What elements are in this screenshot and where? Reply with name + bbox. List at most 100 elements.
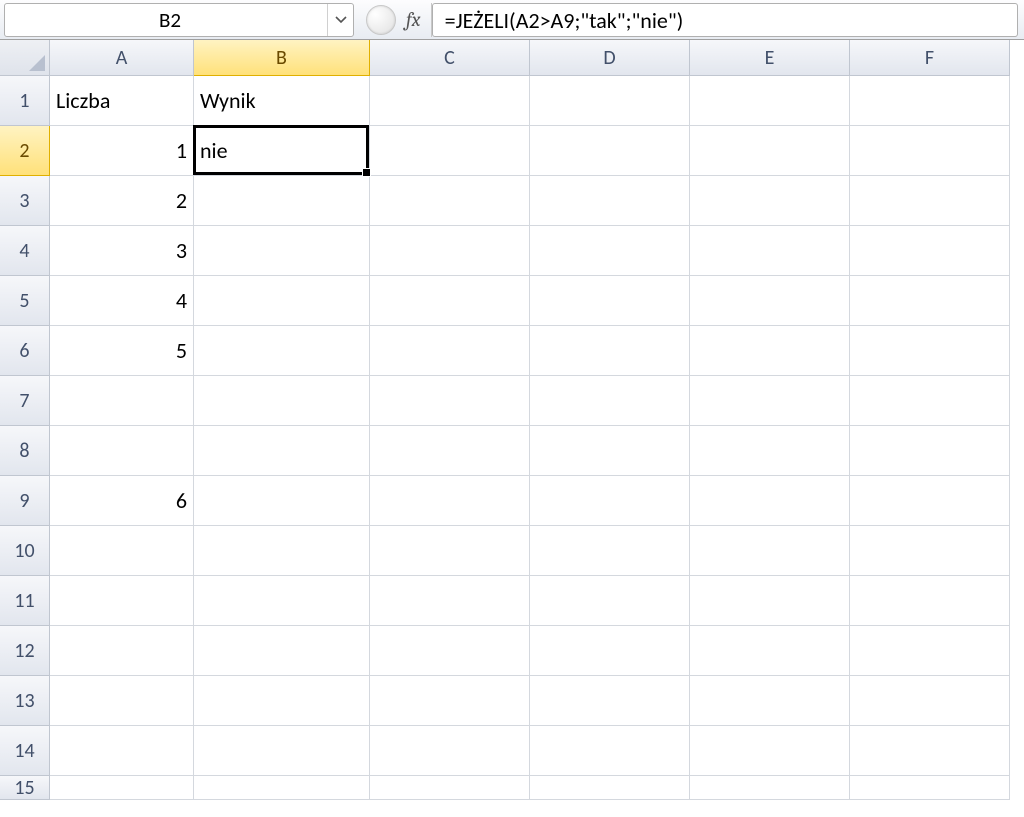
select-all-corner[interactable] (0, 40, 50, 76)
cell-D13[interactable] (530, 676, 690, 726)
cell-F2[interactable] (850, 126, 1010, 176)
cell-C8[interactable] (370, 426, 530, 476)
row-header-11[interactable]: 11 (0, 576, 50, 626)
cell-F10[interactable] (850, 526, 1010, 576)
cell-C9[interactable] (370, 476, 530, 526)
cell-F6[interactable] (850, 326, 1010, 376)
cell-A1[interactable]: Liczba (50, 76, 194, 126)
row-header-2[interactable]: 2 (0, 126, 50, 176)
cell-F9[interactable] (850, 476, 1010, 526)
cell-B8[interactable] (194, 426, 370, 476)
cell-C3[interactable] (370, 176, 530, 226)
column-header-D[interactable]: D (530, 40, 690, 76)
cell-F5[interactable] (850, 276, 1010, 326)
cell-A13[interactable] (50, 676, 194, 726)
cell-D1[interactable] (530, 76, 690, 126)
cell-B15[interactable] (194, 776, 370, 800)
cell-A5[interactable]: 4 (50, 276, 194, 326)
cell-F7[interactable] (850, 376, 1010, 426)
row-header-8[interactable]: 8 (0, 426, 50, 476)
row-header-5[interactable]: 5 (0, 276, 50, 326)
cell-A10[interactable] (50, 526, 194, 576)
cell-B1[interactable]: Wynik (194, 76, 370, 126)
cell-E6[interactable] (690, 326, 850, 376)
column-header-E[interactable]: E (690, 40, 850, 76)
row-header-10[interactable]: 10 (0, 526, 50, 576)
fx-icon[interactable]: fx (402, 3, 432, 37)
cell-E14[interactable] (690, 726, 850, 776)
cell-A8[interactable] (50, 426, 194, 476)
column-header-C[interactable]: C (370, 40, 530, 76)
cell-B3[interactable] (194, 176, 370, 226)
cell-D11[interactable] (530, 576, 690, 626)
cell-D6[interactable] (530, 326, 690, 376)
cell-F13[interactable] (850, 676, 1010, 726)
cell-F11[interactable] (850, 576, 1010, 626)
cell-C10[interactable] (370, 526, 530, 576)
cell-B5[interactable] (194, 276, 370, 326)
name-box-wrap[interactable]: B2 (4, 3, 354, 37)
cell-C14[interactable] (370, 726, 530, 776)
cell-D12[interactable] (530, 626, 690, 676)
row-header-4[interactable]: 4 (0, 226, 50, 276)
cell-D9[interactable] (530, 476, 690, 526)
cell-C13[interactable] (370, 676, 530, 726)
cell-B4[interactable] (194, 226, 370, 276)
row-header-7[interactable]: 7 (0, 376, 50, 426)
cell-A7[interactable] (50, 376, 194, 426)
cell-A9[interactable]: 6 (50, 476, 194, 526)
row-header-9[interactable]: 9 (0, 476, 50, 526)
cell-E12[interactable] (690, 626, 850, 676)
cell-E1[interactable] (690, 76, 850, 126)
row-header-12[interactable]: 12 (0, 626, 50, 676)
cell-F15[interactable] (850, 776, 1010, 800)
name-box[interactable]: B2 (5, 7, 327, 33)
cell-C2[interactable] (370, 126, 530, 176)
cell-A2[interactable]: 1 (50, 126, 194, 176)
cell-B13[interactable] (194, 676, 370, 726)
spreadsheet-grid[interactable]: ABCDEF1LiczbaWynik21nie32435465789610111… (0, 40, 1024, 800)
cell-C12[interactable] (370, 626, 530, 676)
cell-E3[interactable] (690, 176, 850, 226)
cell-C4[interactable] (370, 226, 530, 276)
cell-A12[interactable] (50, 626, 194, 676)
cell-E4[interactable] (690, 226, 850, 276)
cell-E13[interactable] (690, 676, 850, 726)
cell-D5[interactable] (530, 276, 690, 326)
cell-E5[interactable] (690, 276, 850, 326)
cell-D4[interactable] (530, 226, 690, 276)
row-header-15[interactable]: 15 (0, 776, 50, 800)
name-box-dropdown[interactable] (327, 4, 353, 36)
cell-D2[interactable] (530, 126, 690, 176)
cell-C6[interactable] (370, 326, 530, 376)
cell-E7[interactable] (690, 376, 850, 426)
cell-D10[interactable] (530, 526, 690, 576)
cell-D3[interactable] (530, 176, 690, 226)
cell-E10[interactable] (690, 526, 850, 576)
cell-D15[interactable] (530, 776, 690, 800)
cell-C5[interactable] (370, 276, 530, 326)
cell-B14[interactable] (194, 726, 370, 776)
row-header-1[interactable]: 1 (0, 76, 50, 126)
cell-D14[interactable] (530, 726, 690, 776)
cell-E9[interactable] (690, 476, 850, 526)
cell-A6[interactable]: 5 (50, 326, 194, 376)
cell-B2[interactable]: nie (194, 126, 370, 176)
cell-A15[interactable] (50, 776, 194, 800)
column-header-A[interactable]: A (50, 40, 194, 76)
cell-E15[interactable] (690, 776, 850, 800)
cell-C1[interactable] (370, 76, 530, 126)
cell-B9[interactable] (194, 476, 370, 526)
cell-C15[interactable] (370, 776, 530, 800)
cell-C11[interactable] (370, 576, 530, 626)
cell-A11[interactable] (50, 576, 194, 626)
cell-E11[interactable] (690, 576, 850, 626)
column-header-F[interactable]: F (850, 40, 1010, 76)
cell-D8[interactable] (530, 426, 690, 476)
cell-B12[interactable] (194, 626, 370, 676)
cell-A4[interactable]: 3 (50, 226, 194, 276)
fx-cancel-button[interactable] (366, 5, 396, 35)
cell-F1[interactable] (850, 76, 1010, 126)
cell-A3[interactable]: 2 (50, 176, 194, 226)
cell-B11[interactable] (194, 576, 370, 626)
